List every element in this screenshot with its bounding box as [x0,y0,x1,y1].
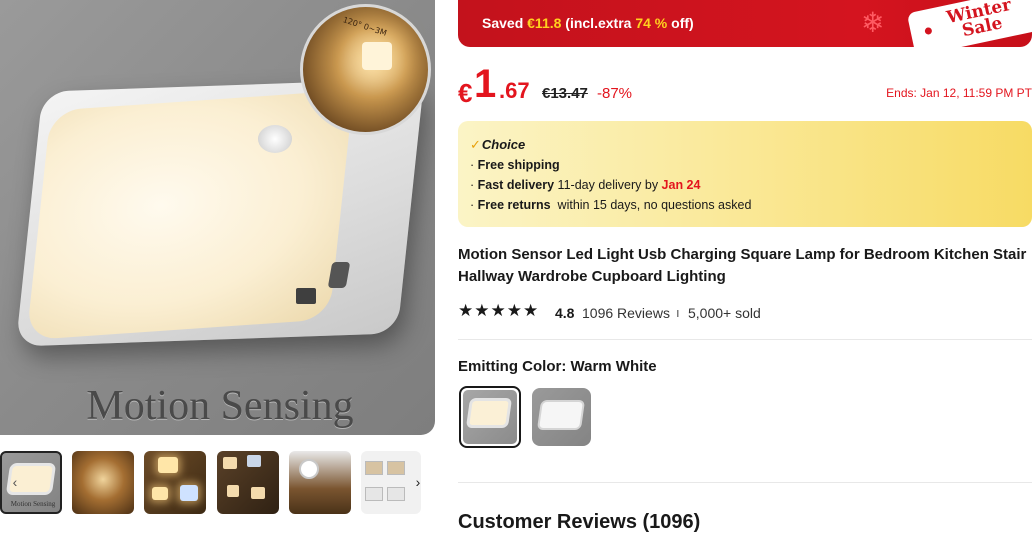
winter-sale-tag: Winter Sale [906,0,1036,57]
chevron-right-icon[interactable]: › [408,471,428,493]
original-price: €13.47 [542,85,588,102]
product-title: Motion Sensor Led Light Usb Charging Squ… [458,246,1027,285]
swatch-white[interactable] [532,388,591,446]
extra-percent-value: 74 % [635,15,668,31]
free-shipping-line: · Free shipping [470,158,560,172]
sale-end-time: Ends: Jan 12, 11:59 PM PT [886,86,1032,100]
rating-row: ★★★★★ 4.8 1096 Reviews ı 5,000+ sold [458,301,1036,324]
swatch-warm-white[interactable] [459,386,521,448]
image-caption: Motion Sensing [86,383,354,429]
thumbnail-5[interactable] [289,451,351,514]
thumbnail-strip: Motion Sensing ‹ › [0,451,435,515]
thumbnail-caption: Motion Sensing [10,500,56,508]
discount-percent: -87% [597,85,633,102]
price-row: € 1 .67 €13.47 -87% Ends: Jan 12, 11:59 … [458,62,1036,108]
delivery-date: Jan 24 [661,178,701,192]
swatch-warm-white-image [463,390,517,444]
swatch-white-image [536,400,586,430]
divider [458,339,1032,340]
variant-label: Emitting Color: Warm White [458,358,657,375]
rating-value: 4.8 [555,305,575,321]
price-decimal: .67 [499,78,530,103]
star-rating-icon: ★★★★★ [458,301,540,320]
main-product-image[interactable]: 120° 0~3M Motion Sensing [0,0,435,435]
divider [458,482,1032,483]
customer-reviews-heading: Customer Reviews (1096) [458,511,701,533]
charging-port-image [296,288,316,304]
choice-benefits-box[interactable]: ✓Choice · Free shipping · Fast delivery … [458,121,1032,227]
reviews-link[interactable]: 1096 Reviews [582,305,670,321]
thumbnail-4[interactable] [217,451,279,514]
thumbnail-sensor-dot [299,459,319,479]
fast-delivery-line: · Fast delivery 11-day delivery by Jan 2… [470,178,701,192]
thumbnail-2[interactable] [72,451,134,514]
rating-separator: ı [676,305,680,320]
inset-lamp-glow [362,42,392,70]
sold-count: 5,000+ sold [688,305,761,321]
saved-amount-value: €11.8 [527,15,562,31]
snowflake-icon: ❄ [861,7,885,38]
selected-variant: Warm White [570,358,657,375]
motion-sensor-image [258,125,292,153]
choice-badge: ✓Choice [470,137,526,152]
thumbnail-3[interactable] [144,451,206,514]
saved-amount-text: Saved €11.8 (incl.extra 74 % off) [482,15,694,31]
product-info-panel: Saved €11.8 (incl.extra 74 % off) ❄ Wint… [458,0,1036,536]
checkmark-icon: ✓ [470,137,481,152]
chevron-left-icon[interactable]: ‹ [5,471,25,493]
free-returns-line: · Free returns within 15 days, no questi… [470,198,752,212]
price-currency: € [458,78,473,108]
price-integer: 1 [474,62,497,106]
